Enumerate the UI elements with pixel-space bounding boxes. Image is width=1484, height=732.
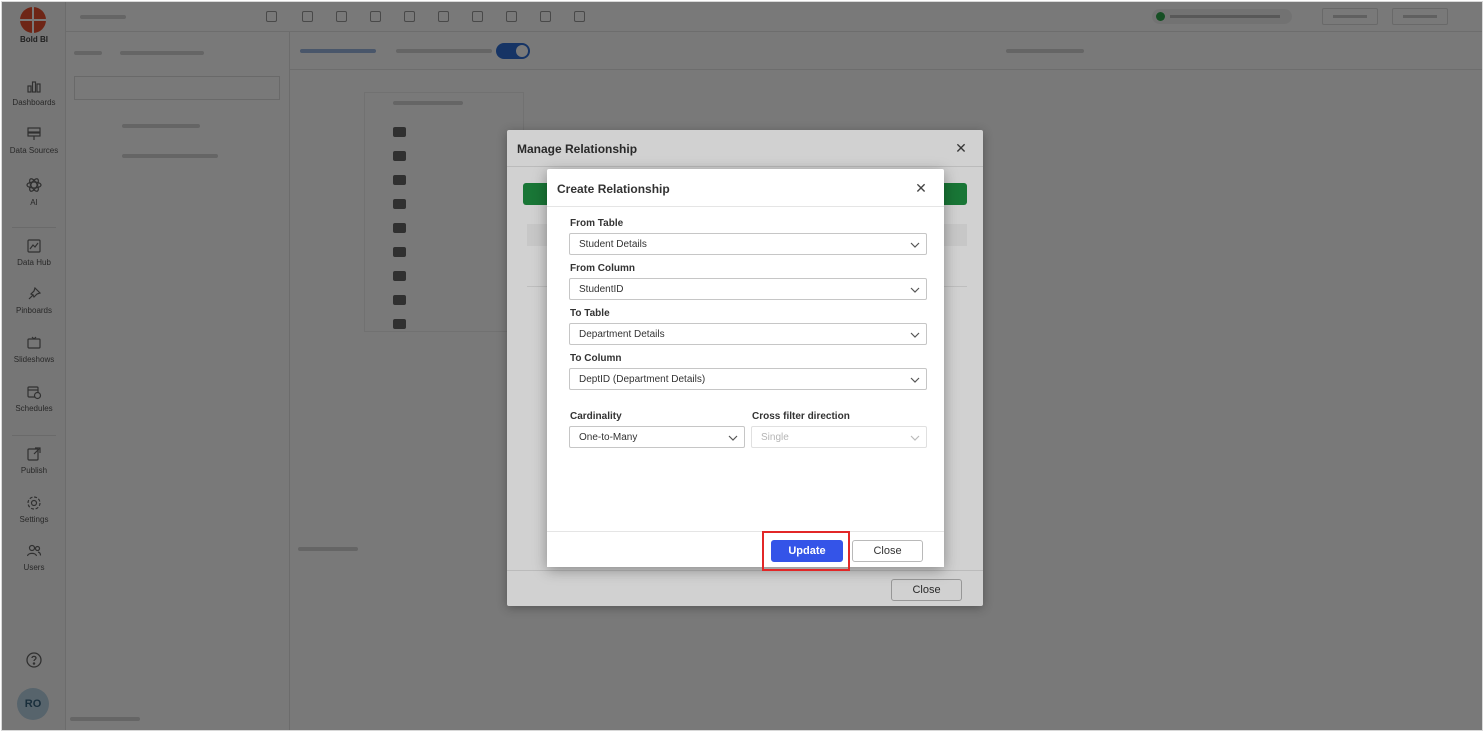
- to-table-value: Department Details: [579, 329, 665, 340]
- to-column-value: DeptID (Department Details): [579, 374, 706, 385]
- chevron-down-icon: [910, 332, 920, 338]
- app-window: Bold BI Dashboards Data Sources AI Data …: [1, 1, 1483, 731]
- from-column-select[interactable]: StudentID: [569, 278, 927, 300]
- chevron-down-icon: [910, 435, 920, 441]
- to-column-select[interactable]: DeptID (Department Details): [569, 368, 927, 390]
- cross-filter-value: Single: [761, 432, 789, 443]
- create-close-x-icon[interactable]: ✕: [913, 180, 929, 196]
- chevron-down-icon: [910, 287, 920, 293]
- chevron-down-icon: [910, 377, 920, 383]
- to-table-select[interactable]: Department Details: [569, 323, 927, 345]
- chevron-down-icon: [910, 242, 920, 248]
- cross-filter-label: Cross filter direction: [752, 411, 850, 422]
- from-table-select[interactable]: Student Details: [569, 233, 927, 255]
- create-close-button[interactable]: Close: [852, 540, 923, 562]
- create-relationship-footer: Update Close: [547, 531, 944, 567]
- cardinality-select[interactable]: One-to-Many: [569, 426, 745, 448]
- from-column-value: StudentID: [579, 284, 624, 295]
- from-column-label: From Column: [570, 263, 635, 274]
- from-table-label: From Table: [570, 218, 624, 229]
- to-column-label: To Column: [570, 353, 622, 364]
- update-highlight-box: [762, 531, 850, 571]
- create-relationship-dialog: Create Relationship ✕ From Table Student…: [547, 169, 944, 567]
- create-relationship-header: Create Relationship ✕: [547, 169, 944, 207]
- cardinality-label: Cardinality: [570, 411, 622, 422]
- cross-filter-select: Single: [751, 426, 927, 448]
- from-table-value: Student Details: [579, 239, 647, 250]
- chevron-down-icon: [728, 435, 738, 441]
- create-relationship-title: Create Relationship: [557, 182, 670, 196]
- cardinality-value: One-to-Many: [579, 432, 638, 443]
- to-table-label: To Table: [570, 308, 610, 319]
